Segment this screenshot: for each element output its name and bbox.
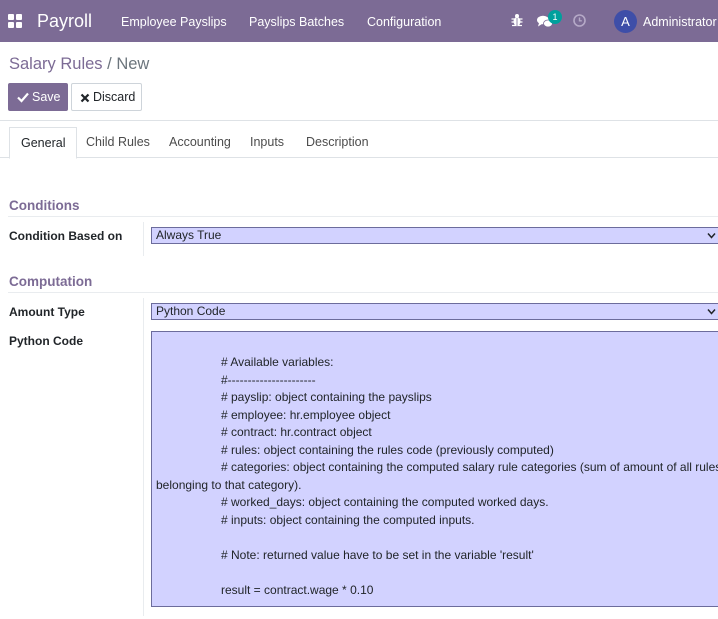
amount-type-label: Amount Type [9, 305, 85, 319]
condition-based-on-select[interactable]: Always True [151, 227, 718, 244]
user-menu-name[interactable]: Administrator ( [643, 14, 718, 30]
code-line: #---------------------- [221, 373, 316, 387]
code-line: # payslip: object containing the payslip… [221, 390, 432, 404]
condition-based-on-label: Condition Based on [9, 229, 123, 243]
chevron-down-icon [707, 233, 716, 239]
field-separator [143, 298, 144, 616]
breadcrumb-parent-link[interactable]: Salary Rules [9, 55, 103, 73]
tab-accounting[interactable]: Accounting [169, 127, 231, 158]
debug-bug-icon[interactable] [511, 13, 523, 27]
computation-divider [8, 292, 718, 293]
breadcrumb-separator: / [107, 55, 112, 73]
amount-type-select[interactable]: Python Code [151, 303, 718, 320]
conditions-divider [8, 216, 718, 217]
discard-button-label: Discard [93, 90, 136, 104]
menu-employee-payslips[interactable]: Employee Payslips [121, 14, 227, 30]
conditions-section-title: Conditions [9, 198, 80, 213]
field-separator [143, 222, 144, 256]
code-line: # Available variables: [221, 355, 334, 369]
app-title[interactable]: Payroll [37, 10, 92, 32]
code-line: # worked_days: object containing the com… [221, 495, 549, 509]
top-navbar: Payroll Employee Payslips Payslips Batch… [0, 0, 718, 42]
tab-description[interactable]: Description [306, 127, 369, 158]
close-icon [80, 93, 90, 103]
code-line: # rules: object containing the rules cod… [221, 443, 554, 457]
code-line: # Note: returned value have to be set in… [221, 548, 534, 562]
code-line: # inputs: object containing the computed… [221, 513, 475, 527]
user-avatar[interactable]: A [614, 10, 637, 33]
code-line: # categories: object containing the comp… [221, 460, 718, 474]
check-icon [17, 92, 29, 103]
menu-payslips-batches[interactable]: Payslips Batches [249, 14, 344, 30]
form-tabs: General Child Rules Accounting Inputs De… [0, 127, 718, 159]
menu-configuration[interactable]: Configuration [367, 14, 441, 30]
tab-child-rules[interactable]: Child Rules [86, 127, 150, 158]
python-code-label: Python Code [9, 334, 83, 348]
computation-section-title: Computation [9, 274, 93, 289]
chat-counter-badge: 1 [548, 10, 562, 24]
apps-menu-icon[interactable] [8, 14, 22, 28]
condition-based-on-value: Always True [156, 228, 222, 242]
breadcrumb: Salary Rules / New [9, 54, 149, 74]
code-line: # contract: hr.contract object [221, 425, 372, 439]
code-line: belonging to that category). [156, 478, 302, 492]
tab-inputs[interactable]: Inputs [250, 127, 284, 158]
code-line: # employee: hr.employee object [221, 408, 391, 422]
save-button-label: Save [32, 90, 61, 104]
control-panel-divider [0, 120, 718, 121]
amount-type-value: Python Code [156, 304, 226, 318]
activity-clock-icon[interactable] [573, 14, 586, 27]
breadcrumb-current: New [116, 55, 150, 73]
save-button[interactable]: Save [8, 83, 68, 111]
python-code-textarea[interactable]: # Available variables: #----------------… [151, 331, 718, 607]
code-line: result = contract.wage * 0.10 [221, 583, 374, 597]
chevron-down-icon [707, 309, 716, 315]
discard-button[interactable]: Discard [71, 83, 142, 111]
tab-general[interactable]: General [9, 127, 78, 159]
